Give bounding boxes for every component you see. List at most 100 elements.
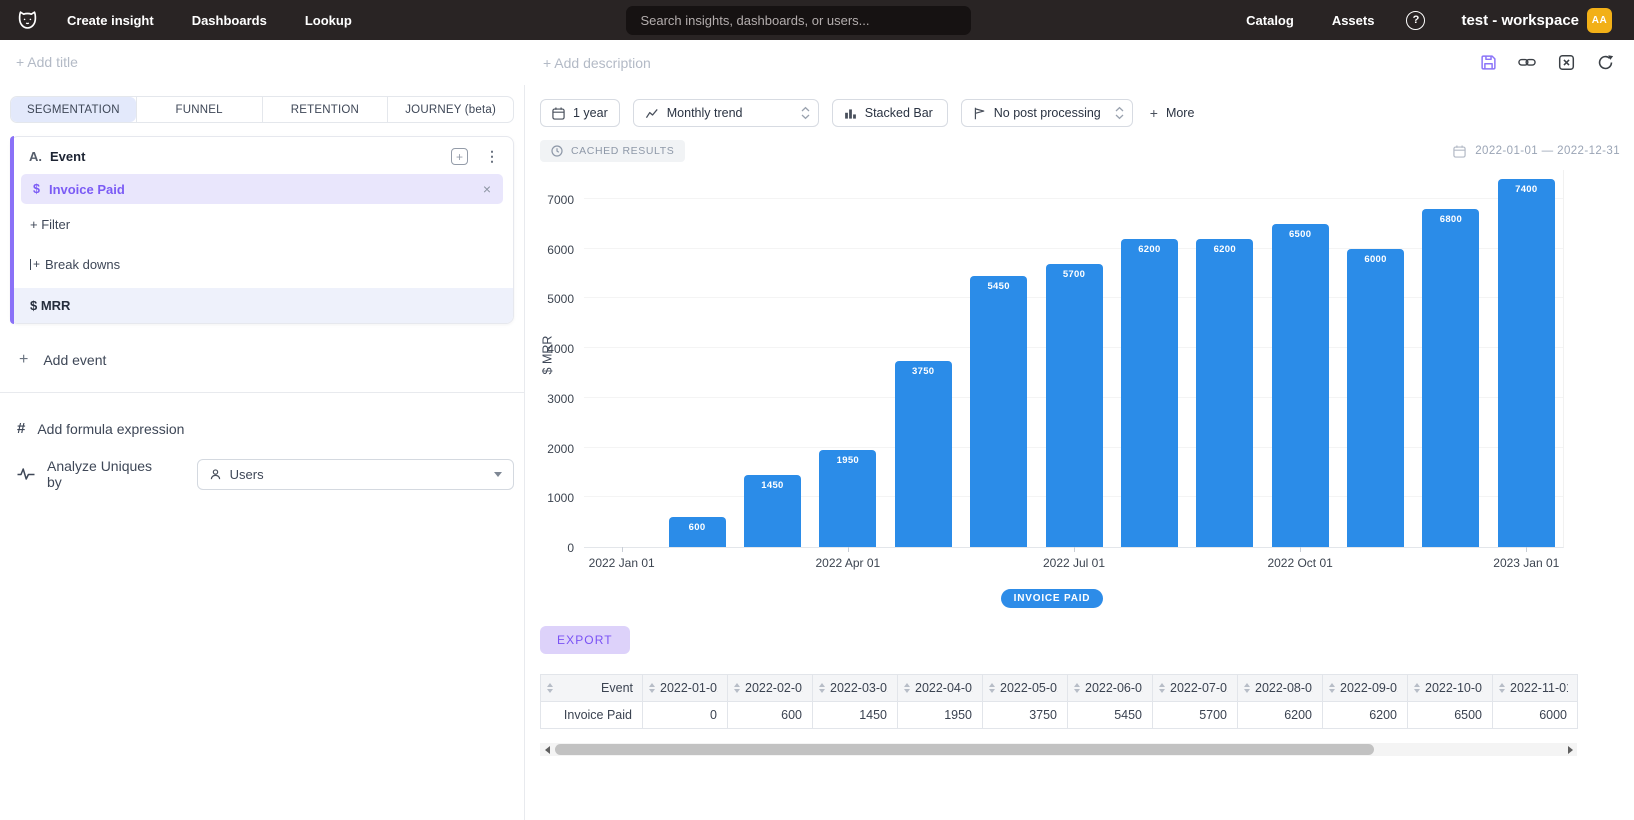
x-tick-label: 2022 Jul 01 [1043, 556, 1105, 570]
add-title-button[interactable]: + Add title [16, 54, 78, 70]
sort-down-icon [1414, 689, 1420, 693]
column-header-inner: 2022-03-01 [819, 681, 888, 695]
bar-2022-06-01[interactable]: 5450 [970, 276, 1027, 547]
sort-icon[interactable] [547, 683, 553, 693]
bar-2022-11-01[interactable]: 6000 [1347, 249, 1404, 547]
save-icon[interactable] [1479, 54, 1497, 72]
scroll-left-icon[interactable] [540, 743, 554, 756]
column-header-2022-04-01[interactable]: 2022-04-01 [898, 675, 983, 702]
sort-icon[interactable] [904, 683, 910, 693]
breakdowns-button[interactable]: + Break downs [11, 241, 513, 283]
tab-segmentation[interactable]: SEGMENTATION [11, 97, 136, 122]
sort-icon[interactable] [734, 683, 740, 693]
bar-2022-08-01[interactable]: 6200 [1121, 239, 1178, 547]
plus-icon: + [1150, 105, 1158, 121]
topnav-item-catalog[interactable]: Catalog [1246, 13, 1294, 28]
breakdown-value-row[interactable]: $ MRR [11, 288, 513, 323]
column-header-inner: 2022-10-01 [1414, 681, 1483, 695]
pulse-icon [17, 467, 35, 481]
date-range-button[interactable]: 1 year [540, 99, 620, 127]
avatar[interactable]: AA [1587, 8, 1612, 33]
add-event-button[interactable]: + Add event [19, 351, 514, 369]
sort-icon[interactable] [1329, 683, 1335, 693]
sort-icon[interactable] [1414, 683, 1420, 693]
bar-2022-07-01[interactable]: 5700 [1046, 264, 1103, 548]
bar-2023-01-01[interactable]: 7400 [1498, 179, 1555, 547]
duplicate-event-icon[interactable]: + [451, 148, 468, 165]
sort-icon[interactable] [1499, 683, 1505, 693]
y-tick-label: 7000 [540, 193, 574, 207]
table-cell: 1450 [813, 702, 898, 729]
bar-2022-05-01[interactable]: 3750 [895, 361, 952, 548]
gridline [584, 248, 1563, 249]
help-icon[interactable]: ? [1406, 11, 1425, 30]
column-header-2022-01-01[interactable]: 2022-01-01 [643, 675, 728, 702]
selected-event-row[interactable]: $ Invoice Paid × [21, 174, 503, 204]
bar-2022-02-01[interactable]: 600 [669, 517, 726, 547]
tab-retention[interactable]: RETENTION [262, 97, 388, 122]
link-icon[interactable] [1518, 54, 1536, 72]
sort-up-icon [1159, 683, 1165, 687]
topnav-item-lookup[interactable]: Lookup [305, 13, 352, 28]
column-header-2022-06-01[interactable]: 2022-06-01 [1068, 675, 1153, 702]
scrollbar-thumb[interactable] [555, 744, 1374, 755]
clear-icon[interactable] [1557, 54, 1575, 72]
sort-icon[interactable] [1244, 683, 1250, 693]
column-header-event[interactable]: Event [541, 675, 643, 702]
analyze-uniques-select[interactable]: Users [197, 459, 514, 490]
sort-icon[interactable] [649, 683, 655, 693]
more-options-icon[interactable]: ⋮ [485, 148, 499, 165]
sort-down-icon [989, 689, 995, 693]
date-range-label: 1 year [573, 106, 608, 120]
cached-results-label: CACHED RESULTS [571, 145, 674, 157]
column-header-2022-10-01[interactable]: 2022-10-01 [1408, 675, 1493, 702]
sort-up-icon [547, 683, 553, 687]
topnav-item-dashboards[interactable]: Dashboards [192, 13, 267, 28]
chart-type-select[interactable]: Stacked Bar [832, 99, 948, 127]
bar-2022-10-01[interactable]: 6500 [1272, 224, 1329, 547]
topnav-item-create-insight[interactable]: Create insight [67, 13, 154, 28]
more-button[interactable]: + More [1150, 105, 1195, 121]
post-processing-select[interactable]: No post processing [961, 99, 1133, 127]
cat-logo-icon[interactable] [14, 7, 41, 34]
workspace-name[interactable]: test - workspace [1461, 12, 1579, 29]
sort-down-icon [1074, 689, 1080, 693]
chart-plot: 600 1450 1950 3750 5450 5700 6200 6200 6500 6000 6… [584, 170, 1564, 548]
column-header-2022-05-01[interactable]: 2022-05-01 [983, 675, 1068, 702]
bar-2022-03-01[interactable]: 1450 [744, 475, 801, 547]
bar-2022-12-01[interactable]: 6800 [1422, 209, 1479, 547]
horizontal-scrollbar[interactable] [540, 743, 1577, 756]
refresh-icon[interactable] [1596, 54, 1614, 72]
sort-icon[interactable] [1074, 683, 1080, 693]
x-tick-label: 2022 Jan 01 [589, 556, 655, 570]
sort-icon[interactable] [989, 683, 995, 693]
topnav-item-assets[interactable]: Assets [1332, 13, 1375, 28]
scroll-right-icon[interactable] [1563, 743, 1577, 756]
sort-icon[interactable] [819, 683, 825, 693]
column-header-2022-02-01[interactable]: 2022-02-01 [728, 675, 813, 702]
bar-2022-04-01[interactable]: 1950 [819, 450, 876, 547]
header-right: + Add description [525, 54, 1634, 72]
bar-2022-09-01[interactable]: 6200 [1196, 239, 1253, 547]
tab-journey-beta[interactable]: JOURNEY (beta) [387, 97, 513, 122]
column-header-label: 2022-07-01 [1170, 681, 1228, 695]
add-formula-button[interactable]: # Add formula expression [17, 420, 514, 437]
column-header-2022-08-01[interactable]: 2022-08-01 [1238, 675, 1323, 702]
search-input[interactable] [626, 6, 971, 35]
export-button[interactable]: EXPORT [540, 626, 630, 654]
header-icons [1479, 54, 1614, 72]
trend-select[interactable]: Monthly trend [633, 99, 819, 127]
column-header-2022-09-01[interactable]: 2022-09-01 [1323, 675, 1408, 702]
table-cell: 0 [643, 702, 728, 729]
column-header-2022-11-01[interactable]: 2022-11-01 [1493, 675, 1578, 702]
close-icon[interactable]: × [483, 181, 491, 197]
tab-funnel[interactable]: FUNNEL [136, 97, 262, 122]
add-description-button[interactable]: + Add description [543, 55, 651, 71]
column-header-2022-07-01[interactable]: 2022-07-01 [1153, 675, 1238, 702]
sort-icon[interactable] [1159, 683, 1165, 693]
add-formula-label: Add formula expression [37, 421, 184, 437]
legend-item[interactable]: INVOICE PAID [1001, 589, 1104, 608]
table-cell: 5450 [1068, 702, 1153, 729]
add-filter-button[interactable]: + Filter [11, 204, 513, 241]
column-header-2022-03-01[interactable]: 2022-03-01 [813, 675, 898, 702]
